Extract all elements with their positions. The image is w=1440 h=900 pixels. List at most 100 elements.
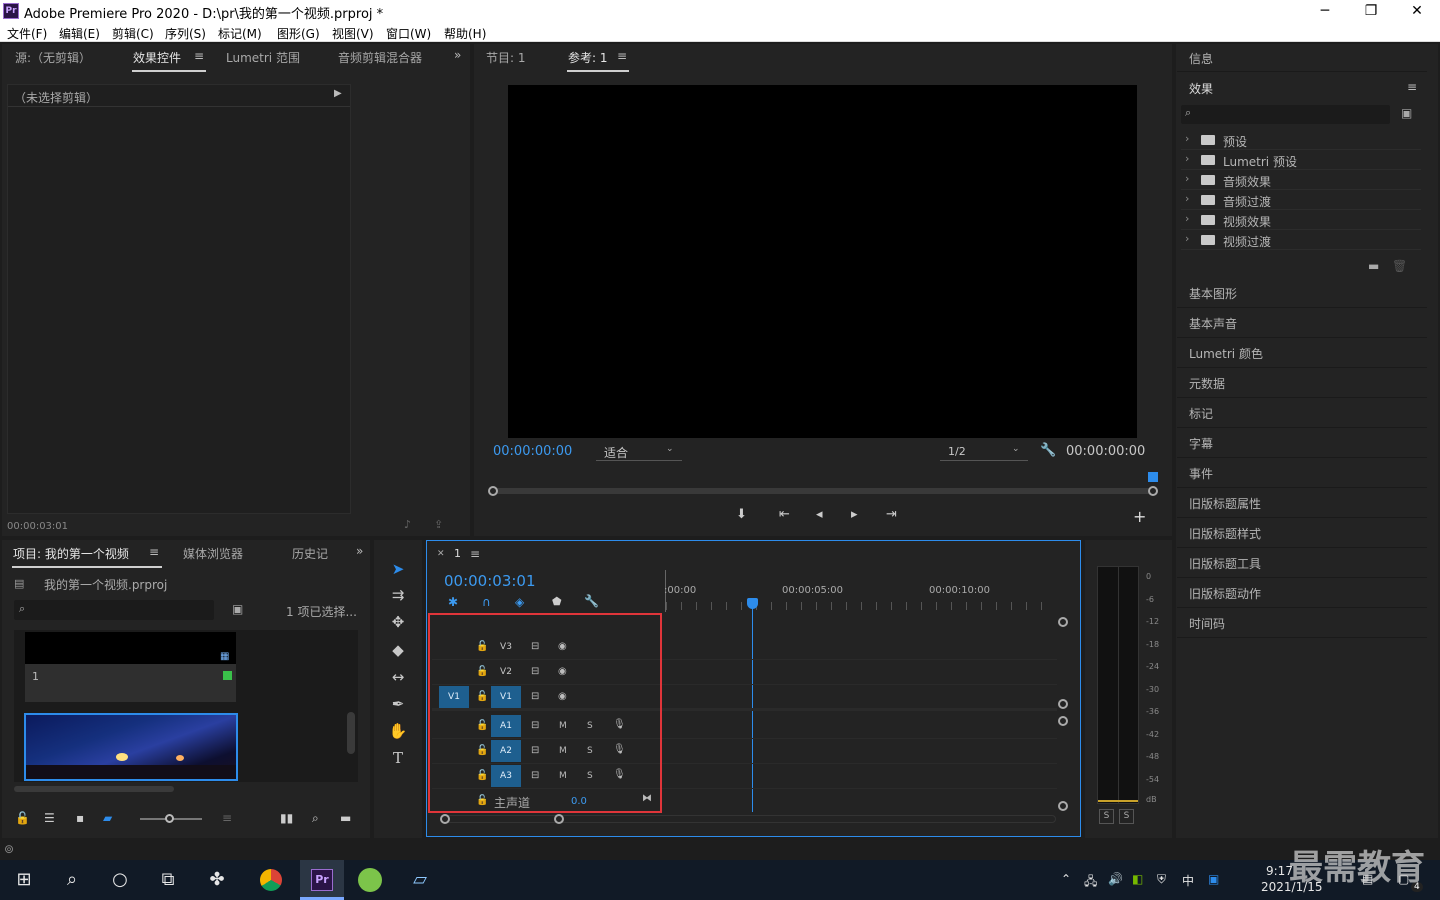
trash-icon[interactable]: 🗑 (1392, 259, 1407, 273)
track-select-tool-icon[interactable]: ⇉ (386, 583, 410, 607)
task-view-icon[interactable]: ⧉ (156, 868, 180, 892)
chrome-icon[interactable] (260, 869, 282, 891)
panel-menu-icon[interactable]: ≡ (194, 49, 204, 63)
lock-icon[interactable]: 🔓 (15, 811, 30, 825)
ripple-edit-tool-icon[interactable]: ✥ (386, 610, 410, 634)
restore-icon[interactable]: ❐ (1348, 0, 1394, 22)
vscroll-handle[interactable] (1058, 699, 1068, 709)
automate-to-sequence-icon[interactable]: ▮▮ (280, 811, 293, 825)
vscroll-handle[interactable] (1058, 716, 1068, 726)
new-folder-icon[interactable]: ▬ (1368, 259, 1379, 273)
effects-folder-row[interactable]: › 视频效果 (1181, 210, 1421, 230)
panel-legacy-title-properties[interactable]: 旧版标题属性 (1177, 488, 1427, 518)
close-tab-icon[interactable]: ✕ (437, 549, 445, 559)
solo-left-button[interactable]: S (1099, 809, 1114, 824)
green-app-icon[interactable] (358, 868, 382, 892)
qq-icon[interactable]: ▣ (1208, 872, 1219, 886)
panel-lumetri-color[interactable]: Lumetri 颜色 (1177, 338, 1427, 368)
cortana-icon[interactable]: ○ (108, 868, 132, 892)
shield-icon[interactable]: ⛨ (1157, 872, 1166, 887)
windows-start-icon[interactable]: ⊞ (12, 868, 36, 892)
panel-metadata[interactable]: 元数据 (1177, 368, 1427, 398)
premiere-taskbar-active[interactable]: Pr (300, 860, 344, 900)
linked-selection-icon[interactable]: ◈ (515, 595, 524, 609)
fit-select[interactable]: 适合 ⌄ (596, 443, 682, 461)
effects-folder-row[interactable]: › Lumetri 预设 (1181, 150, 1421, 170)
panel-events[interactable]: 事件 (1177, 458, 1427, 488)
timeline-hscrollbar[interactable] (444, 815, 1056, 823)
menu-help[interactable]: 帮助(H) (444, 25, 486, 42)
sort-icon[interactable]: ≡ (222, 811, 232, 825)
play-triangle-icon[interactable]: ▶ (334, 88, 342, 99)
add-marker-icon[interactable]: ⬇ (736, 507, 747, 522)
menu-marker[interactable]: 标记(M) (218, 25, 262, 42)
tab-program[interactable]: 节目: 1 (486, 49, 526, 66)
sequence-thumbnail[interactable]: ▦ 1 (25, 632, 236, 702)
menu-edit[interactable]: 编辑(E) (59, 25, 100, 42)
panel-essential-sound[interactable]: 基本声音 (1177, 308, 1427, 338)
tab-history[interactable]: 历史记 (292, 545, 328, 562)
selection-tool-icon[interactable]: ➤ (386, 557, 410, 581)
minimize-icon[interactable]: ─ (1302, 0, 1348, 22)
go-to-out-icon[interactable]: ⇥ (886, 507, 897, 522)
freeform-view-icon[interactable]: ▰ (103, 811, 112, 825)
scrub-start-handle[interactable] (488, 486, 498, 496)
menu-sequence[interactable]: 序列(S) (165, 25, 206, 42)
info-panel-title[interactable]: 信息 (1189, 50, 1213, 67)
hscroll-end-handle[interactable] (554, 814, 564, 824)
tab-media-browser[interactable]: 媒体浏览器 (183, 545, 243, 562)
panel-timecode[interactable]: 时间码 (1177, 608, 1427, 638)
icon-view-icon[interactable]: ▪ (76, 811, 84, 825)
panel-menu-icon[interactable]: ≡ (1407, 80, 1417, 94)
close-icon[interactable]: ✕ (1394, 0, 1440, 22)
panel-menu-icon[interactable]: ≡ (617, 49, 627, 63)
panel-markers[interactable]: 标记 (1177, 398, 1427, 428)
menu-view[interactable]: 视图(V) (332, 25, 374, 42)
export-frame-icon[interactable]: ⇪ (434, 518, 443, 531)
scrub-end-handle[interactable] (1148, 486, 1158, 496)
effects-search-input[interactable]: ⌕ (1181, 105, 1390, 124)
hand-tool-icon[interactable]: ✋ (386, 719, 410, 743)
vscroll-handle[interactable] (1058, 617, 1068, 627)
effects-folder-row[interactable]: › 音频效果 (1181, 170, 1421, 190)
panel-legacy-title-actions[interactable]: 旧版标题动作 (1177, 578, 1427, 608)
go-to-in-icon[interactable]: ⇤ (779, 507, 790, 522)
snap-magnet-icon[interactable]: ∩ (482, 595, 491, 609)
panel-menu-icon[interactable]: ≡ (149, 545, 159, 559)
audio-only-icon[interactable]: ♪ (404, 518, 411, 531)
panel-legacy-title-tools[interactable]: 旧版标题工具 (1177, 548, 1427, 578)
notepad-app-icon[interactable]: ▱ (408, 868, 432, 892)
chevron-more-icon[interactable]: » (454, 48, 461, 62)
pen-tool-icon[interactable]: ✒ (386, 692, 410, 716)
play-icon[interactable]: ▸ (851, 507, 858, 522)
step-back-icon[interactable]: ◂ (816, 507, 823, 522)
solo-right-button[interactable]: S (1119, 809, 1134, 824)
nest-icon[interactable]: ✱ (448, 595, 458, 609)
find-icon[interactable]: ▣ (232, 602, 243, 616)
video-clip-thumbnail[interactable] (24, 713, 238, 781)
effects-panel-title[interactable]: 效果 (1189, 80, 1213, 97)
razor-tool-icon[interactable]: ◆ (386, 638, 410, 662)
slip-tool-icon[interactable]: ↔ (386, 665, 410, 689)
wrench-icon[interactable]: 🔧 (584, 594, 599, 608)
add-button-icon[interactable]: + (1133, 507, 1146, 526)
tab-sequence[interactable]: 1 (454, 547, 461, 560)
search-icon[interactable]: ⌕ (60, 868, 84, 892)
nvidia-icon[interactable]: ◧ (1132, 872, 1143, 886)
find-icon[interactable]: ⌕ (312, 811, 319, 826)
tab-effect-controls[interactable]: 效果控件 (133, 49, 181, 66)
menu-file[interactable]: 文件(F) (7, 25, 47, 42)
project-hscrollbar[interactable] (14, 786, 174, 792)
program-timecode-current[interactable]: 00:00:00:00 (493, 444, 572, 459)
list-view-icon[interactable]: ☰ (44, 811, 55, 825)
panel-menu-icon[interactable]: ≡ (470, 547, 480, 561)
tab-audio-clip-mixer[interactable]: 音频剪辑混合器 (338, 49, 422, 66)
effects-folder-row[interactable]: › 预设 (1181, 130, 1421, 150)
hscroll-start-handle[interactable] (440, 814, 450, 824)
timeline-timecode[interactable]: 00:00:03:01 (444, 572, 536, 590)
wrench-settings-icon[interactable]: 🔧 (1040, 443, 1056, 458)
resolution-select[interactable]: 1/2 ⌄ (940, 443, 1028, 461)
panel-essential-graphics[interactable]: 基本图形 (1177, 278, 1427, 308)
volume-icon[interactable]: 🔊 (1108, 872, 1123, 886)
tab-project[interactable]: 项目: 我的第一个视频 (13, 545, 129, 562)
